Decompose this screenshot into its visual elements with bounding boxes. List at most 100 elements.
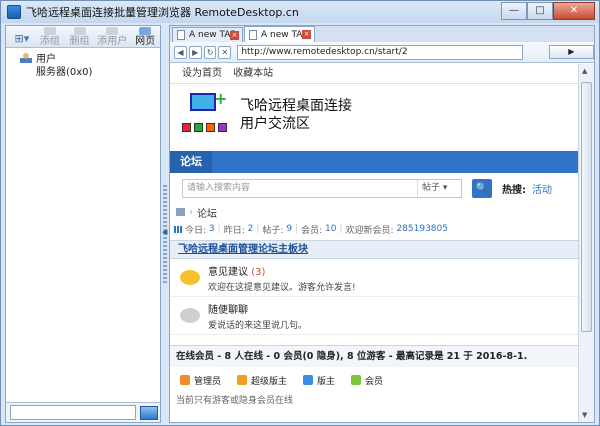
webpage-icon xyxy=(139,27,152,35)
delete-group-icon xyxy=(73,27,86,35)
browser-panel: A new TAB × A new TAB × ◀ ▶ ↻ ✕ http://www… xyxy=(169,25,595,423)
tab-2[interactable]: A new TAB × xyxy=(244,26,315,42)
top-links: 设为首页 收藏本站 xyxy=(170,64,578,84)
members-label: 会员: xyxy=(301,225,323,236)
newest-member-link[interactable]: 285193805 xyxy=(396,224,448,234)
forum-item[interactable]: 意见建议 (3) 欢迎在这提意见建议。游客允许发言! xyxy=(170,259,578,297)
legend-label: 版主 xyxy=(317,376,336,387)
page-icon xyxy=(249,29,257,40)
yesterday-count: 2 xyxy=(247,224,254,234)
tab-close-icon[interactable]: × xyxy=(302,30,311,39)
scroll-up-icon[interactable]: ▲ xyxy=(582,67,587,75)
app-window: 飞哈远程桌面连接批量管理浏览器 RemoteDesktop.cn — □ ✕ ⊞… xyxy=(0,0,600,426)
network-logo-icon: + xyxy=(182,89,232,139)
tree-item-label: 服务器(0x0) xyxy=(36,67,93,78)
webpage-button[interactable]: 网页 xyxy=(130,27,160,47)
forum-no-new-icon xyxy=(180,308,200,323)
legend-member: 会员 xyxy=(351,374,383,387)
add-group-label: 添组 xyxy=(39,36,60,47)
refresh-icon[interactable]: ↻ xyxy=(203,45,217,59)
online-members: 在线会员 - 8 人在线 - 0 会员(0 隐身), 8 位游客 - 最高记录是… xyxy=(170,345,578,367)
bookmark-link[interactable]: 收藏本站 xyxy=(233,68,273,79)
legend-admin: 管理员 xyxy=(180,374,221,387)
moderator-icon xyxy=(303,375,314,385)
maximize-button[interactable]: □ xyxy=(527,2,553,20)
tab-bar: A new TAB × A new TAB × xyxy=(170,26,594,42)
close-button[interactable]: ✕ xyxy=(553,2,595,20)
add-group-button[interactable]: 添组 xyxy=(35,27,65,47)
hot-search-label: 热搜: xyxy=(502,184,526,196)
add-group-icon xyxy=(43,27,56,35)
set-homepage-link[interactable]: 设为首页 xyxy=(182,68,222,79)
forum-new-posts-icon xyxy=(180,270,200,285)
site-nav: 论坛 xyxy=(170,151,578,173)
stats-icon xyxy=(174,225,182,233)
section-title[interactable]: 飞哈远程桌面管理论坛主板块 xyxy=(170,240,578,259)
forum-item[interactable]: 随便聊聊 爱说话的来这里说几句。 xyxy=(170,297,578,335)
today-count: 3 xyxy=(208,224,215,234)
user-icon xyxy=(20,52,32,63)
logo-line-1: 飞哈远程桌面连接 xyxy=(240,98,352,114)
scroll-thumb[interactable] xyxy=(581,82,592,332)
add-user-label: 添用户 xyxy=(97,36,128,47)
window-title: 飞哈远程桌面连接批量管理浏览器 RemoteDesktop.cn xyxy=(26,6,299,19)
nav-item-forum[interactable]: 论坛 xyxy=(170,151,212,173)
scroll-down-icon[interactable]: ▼ xyxy=(582,411,587,419)
legend-moderator: 版主 xyxy=(303,374,335,387)
nav-bar: ◀ ▶ ↻ ✕ http://www.remotedesktop.cn/star… xyxy=(170,42,595,63)
add-user-button[interactable]: 添用户 xyxy=(94,27,130,47)
site-logo[interactable]: + 飞哈远程桌面连接 用户交流区 xyxy=(170,84,578,146)
window-controls: — □ ✕ xyxy=(501,2,595,20)
forum-title[interactable]: 随便聊聊 xyxy=(208,305,248,316)
search-placeholder: 请输入搜索内容 xyxy=(187,182,251,193)
members-count: 10 xyxy=(325,224,337,234)
legend-super-moderator: 超级版主 xyxy=(237,374,287,387)
legend-label: 会员 xyxy=(365,376,384,387)
posts-label: 帖子: xyxy=(262,225,284,236)
page-icon xyxy=(177,30,185,40)
go-button[interactable]: ▶ xyxy=(548,45,595,59)
logo-line-2: 用户交流区 xyxy=(240,116,310,132)
web-page: 设为首页 收藏本站 + 飞哈远程桌面连接 用户交流区 论坛 请输入搜索内容 帖子… xyxy=(170,64,578,422)
forum-description: 爱说话的来这里说几句。 xyxy=(208,320,308,331)
member-icon xyxy=(351,375,362,385)
delete-group-label: 删组 xyxy=(69,36,90,47)
quick-connect-input[interactable] xyxy=(10,405,136,420)
legend-label: 管理员 xyxy=(194,376,222,387)
minimize-button[interactable]: — xyxy=(501,2,527,20)
search-button[interactable]: 🔍 xyxy=(472,178,492,198)
collapse-arrow-icon[interactable]: ◀ xyxy=(162,228,168,236)
yesterday-label: 昨日: xyxy=(223,225,245,236)
forward-icon[interactable]: ▶ xyxy=(188,45,202,59)
search-input[interactable]: 请输入搜索内容 帖子 ▾ xyxy=(182,178,462,198)
forum-title[interactable]: 意见建议 xyxy=(208,267,248,278)
logo-text: 飞哈远程桌面连接 用户交流区 xyxy=(240,97,352,133)
monitor-icon[interactable] xyxy=(140,405,158,420)
app-icon xyxy=(7,5,21,19)
legend-label: 超级版主 xyxy=(251,376,288,387)
today-label: 今日: xyxy=(185,225,207,236)
stop-icon[interactable]: ✕ xyxy=(218,45,232,59)
address-input[interactable]: http://www.remotedesktop.cn/start/2 xyxy=(237,44,523,60)
forum-stats: 今日: 3 | 昨日: 2 | 帖子: 9 | 会员: 10 | 欢迎新会员: 2851… xyxy=(170,221,578,237)
left-panel: ⊞▾ 添组 删组 添用户 网页 用户 服务器(0x0) xyxy=(5,25,161,423)
panel-splitter[interactable]: ◀ xyxy=(162,25,168,423)
member-legend: 管理员 超级版主 版主 会员 xyxy=(170,367,578,393)
page-scrollbar[interactable]: ▲ ▼ xyxy=(578,64,594,422)
group-dropdown-icon[interactable]: ⊞▾ xyxy=(9,29,35,47)
search-scope-select[interactable]: 帖子 ▾ xyxy=(417,179,461,197)
delete-group-button[interactable]: 删组 xyxy=(65,27,95,47)
hot-search-link[interactable]: 活动 xyxy=(532,181,552,196)
search-row: 请输入搜索内容 帖子 ▾ 🔍 热搜: 活动 xyxy=(170,173,578,203)
breadcrumb-forum[interactable]: 论坛 xyxy=(197,205,217,220)
back-icon[interactable]: ◀ xyxy=(174,45,187,59)
forum-description: 欢迎在这提意见建议。游客允许发言! xyxy=(208,282,356,293)
home-icon[interactable] xyxy=(176,208,185,216)
posts-count: 9 xyxy=(286,224,293,234)
tab-close-icon[interactable]: × xyxy=(230,31,239,40)
tab-1[interactable]: A new TAB × xyxy=(172,27,243,42)
tree-item-servers[interactable]: 服务器(0x0) xyxy=(20,64,160,78)
newest-member-label: 欢迎新会员: xyxy=(345,225,394,236)
title-bar: 飞哈远程桌面连接批量管理浏览器 RemoteDesktop.cn — □ ✕ xyxy=(1,1,599,23)
